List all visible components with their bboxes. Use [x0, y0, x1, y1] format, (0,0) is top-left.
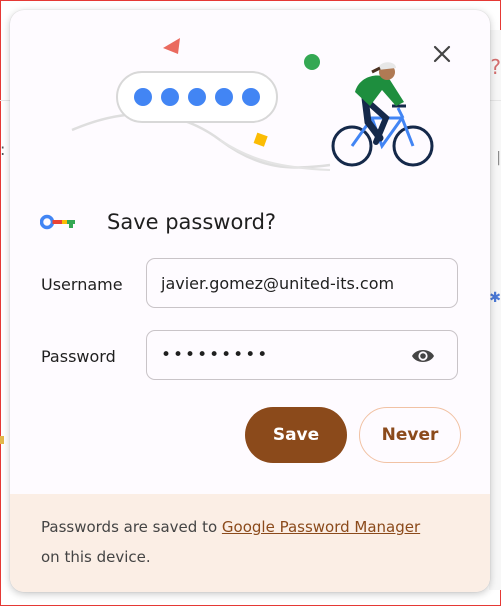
footer-text: Passwords are saved to Google Password M…: [41, 512, 461, 572]
cyclist-graphic: [331, 62, 434, 167]
save-password-dialog: Save password? Username javier.gomez@uni…: [10, 10, 490, 592]
background-marker: [0, 436, 4, 444]
background-page-edge: [489, 30, 501, 590]
password-value: •••••••••: [161, 345, 270, 365]
never-button[interactable]: Never: [359, 407, 461, 463]
title-row: Save password?: [40, 210, 276, 234]
footer-text-before: Passwords are saved to: [41, 518, 222, 536]
username-field[interactable]: javier.gomez@united-its.com: [146, 258, 458, 308]
dialog-footer: Passwords are saved to Google Password M…: [10, 494, 490, 592]
dialog-title: Save password?: [107, 210, 277, 234]
background-glyph-right: ✱: [489, 290, 501, 306]
background-help-icon: ?: [490, 55, 501, 79]
background-divider-right: [489, 100, 501, 101]
username-label: Username: [41, 275, 123, 294]
key-icon: [40, 214, 75, 230]
username-value: javier.gomez@united-its.com: [161, 273, 395, 293]
close-button[interactable]: [428, 40, 456, 68]
password-manager-link[interactable]: Google Password Manager: [222, 518, 420, 536]
footer-text-after: on this device.: [41, 548, 151, 566]
save-button[interactable]: Save: [245, 407, 347, 463]
close-icon: [433, 45, 451, 63]
password-label: Password: [41, 347, 116, 366]
password-illustration: [71, 38, 434, 171]
background-glyph-left: :: [0, 140, 6, 159]
background-divider-glyph: |: [496, 150, 501, 166]
eye-icon[interactable]: [411, 345, 435, 367]
password-field[interactable]: •••••••••: [146, 330, 458, 380]
